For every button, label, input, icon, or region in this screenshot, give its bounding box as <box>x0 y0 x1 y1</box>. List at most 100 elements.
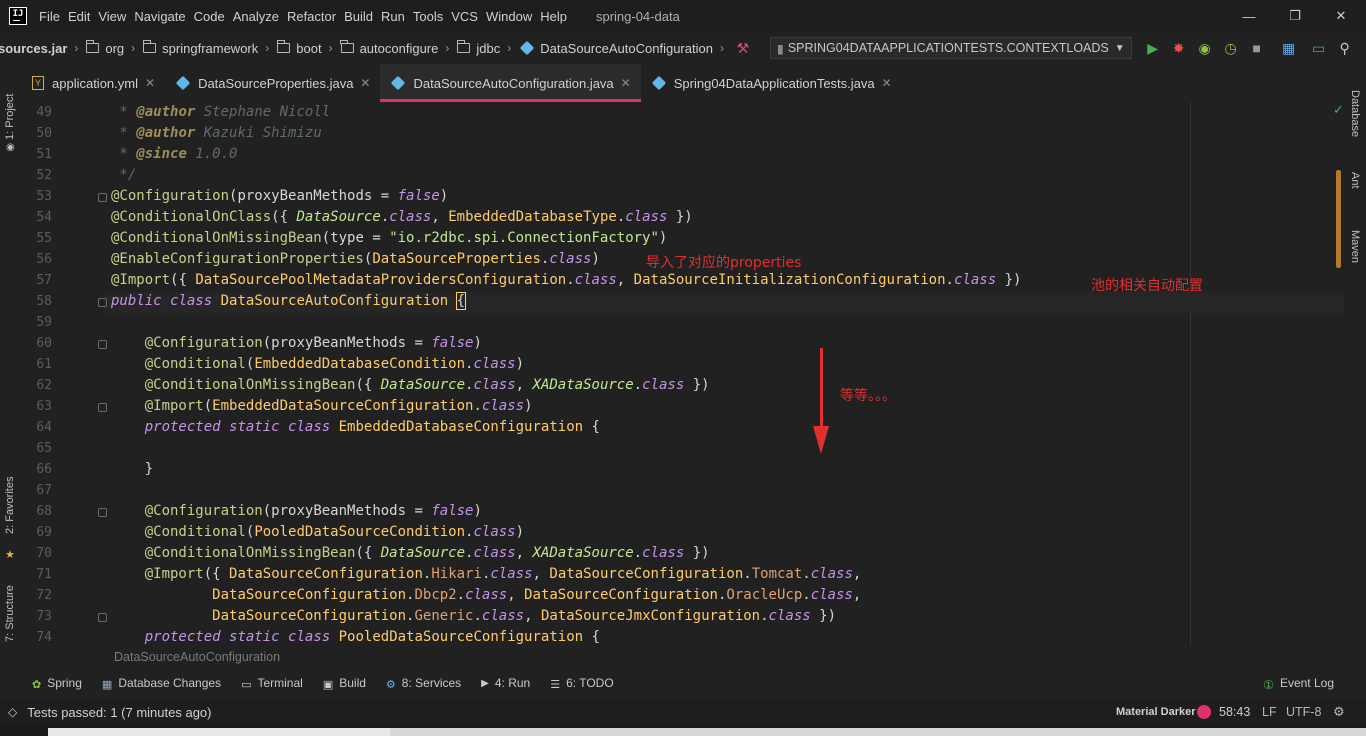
menu-navigate[interactable]: Navigate <box>134 9 185 24</box>
menu-analyze[interactable]: Analyze <box>233 9 279 24</box>
build-hammer-icon[interactable]: ⚒ <box>730 35 756 61</box>
tab-label: DataSourceProperties.java <box>198 75 354 91</box>
line-separator[interactable]: LF <box>1262 705 1277 719</box>
right-margin-guide <box>1190 102 1191 646</box>
test-class-icon <box>651 75 666 91</box>
line-number: 74 <box>36 630 52 645</box>
close-icon[interactable]: ✕ <box>621 76 631 90</box>
tab-spring04dataapplicationtests[interactable]: Spring04DataApplicationTests.java ✕ <box>641 64 902 102</box>
fold-toggle-icon[interactable] <box>98 298 107 307</box>
profile-icon[interactable]: ◷ <box>1218 35 1244 61</box>
tab-label: DataSourceAutoConfiguration.java <box>413 75 614 91</box>
breadcrumb-jar[interactable]: sources.jar <box>0 41 67 56</box>
chevron-right-icon: › <box>445 41 450 55</box>
ant-tool-button[interactable]: Ant <box>1349 172 1361 189</box>
close-icon[interactable]: ✕ <box>882 76 892 90</box>
code-line: protected static class PooledDataSourceC… <box>144 629 600 645</box>
code-line: * @author Kazuki Shimizu <box>111 125 322 141</box>
tool-services[interactable]: ⚙ 8: Services <box>385 676 461 691</box>
terminal-icon[interactable]: ▭ <box>1306 35 1332 61</box>
breadcrumb-autoconfigure[interactable]: autoconfigure <box>360 41 439 56</box>
fold-toggle-icon[interactable] <box>98 340 107 349</box>
run-icon: ▶ <box>481 678 489 689</box>
tab-application-yml[interactable]: Y application.yml ✕ <box>22 64 165 102</box>
readonly-lock-icon[interactable]: ⚙ <box>1333 704 1345 720</box>
menu-build[interactable]: Build <box>344 9 373 24</box>
coverage-icon[interactable]: ◉ <box>1192 35 1218 61</box>
code-line: DataSourceConfiguration.Generic.class, D… <box>212 608 837 624</box>
menu-file[interactable]: File <box>39 9 60 24</box>
menu-tools[interactable]: Tools <box>413 9 443 24</box>
file-encoding[interactable]: UTF-8 <box>1286 705 1321 719</box>
run-icon[interactable]: ▶ <box>1140 35 1166 61</box>
menu-refactor[interactable]: Refactor <box>287 9 336 24</box>
close-icon[interactable]: ✕ <box>145 76 155 90</box>
breadcrumb-boot[interactable]: boot <box>296 41 321 56</box>
fold-toggle-icon[interactable] <box>98 613 107 622</box>
fold-toggle-icon[interactable] <box>98 193 107 202</box>
menu-code[interactable]: Code <box>194 9 225 24</box>
taskbar-segment <box>390 728 1366 736</box>
line-number: 51 <box>36 147 52 162</box>
services-icon: ⚙ <box>385 679 396 691</box>
tab-datasourceautoconfiguration[interactable]: DataSourceAutoConfiguration.java ✕ <box>380 64 641 102</box>
stop-icon[interactable]: ■ <box>1244 35 1270 61</box>
tool-event-log[interactable]: ① Event Log <box>1263 676 1334 692</box>
favorites-tool-button[interactable]: 2: Favorites <box>4 477 16 534</box>
run-config-label: SPRING04DATAAPPLICATIONTESTS.CONTEXTLOAD… <box>787 41 1109 55</box>
structure-tool-button[interactable]: 7: Structure <box>4 585 16 642</box>
tab-datasourceproperties[interactable]: DataSourceProperties.java ✕ <box>165 64 380 102</box>
line-number: 69 <box>36 525 52 540</box>
breadcrumb-springframework[interactable]: springframework <box>162 41 258 56</box>
intellij-logo-icon[interactable]: IJ <box>9 7 27 25</box>
line-number: 68 <box>36 504 52 519</box>
close-window-icon[interactable]: ✕ <box>1318 0 1364 32</box>
chevron-right-icon: › <box>131 41 136 55</box>
tool-terminal[interactable]: ▭ Terminal <box>241 676 303 691</box>
fold-toggle-icon[interactable] <box>98 403 107 412</box>
breadcrumb-jdbc[interactable]: jdbc <box>476 41 500 56</box>
menu-window[interactable]: Window <box>486 9 532 24</box>
menu-vcs[interactable]: VCS <box>451 9 478 24</box>
tool-build[interactable]: ▣ Build <box>322 676 366 691</box>
inspection-ok-icon: ✓ <box>1333 102 1344 117</box>
folder-icon <box>85 40 100 53</box>
breadcrumb-class[interactable]: DataSourceAutoConfiguration <box>540 41 713 56</box>
tool-database-changes[interactable]: ▦ Database Changes <box>102 676 221 691</box>
menu-view[interactable]: View <box>98 9 126 24</box>
code-editor[interactable]: 49 50 51 52 53 54 55 56 57 58 59 60 61 62 63 64 65 66 67 68… <box>22 102 1344 646</box>
tool-label: Build <box>339 676 366 690</box>
status-message[interactable]: Tests passed: 1 (7 minutes ago) <box>27 705 211 720</box>
menu-run[interactable]: Run <box>381 9 405 24</box>
database-tool-button[interactable]: Database <box>1349 90 1361 137</box>
theme-color-icon <box>1197 705 1211 719</box>
project-tool-button[interactable]: 1: Project <box>4 94 16 140</box>
minimize-icon[interactable]: — <box>1226 0 1272 32</box>
code-line: DataSourceConfiguration.Dbcp2.class, Dat… <box>212 587 862 603</box>
fold-toggle-icon[interactable] <box>98 508 107 517</box>
build-icon: ▣ <box>322 679 334 691</box>
scrollbar-thumb[interactable] <box>1336 170 1341 268</box>
toggle-tool-windows-icon[interactable]: ◇ <box>8 705 17 719</box>
caret-position[interactable]: 58:43 <box>1219 705 1250 719</box>
breadcrumb-org[interactable]: org <box>105 41 124 56</box>
editor-breadcrumb[interactable]: DataSourceAutoConfiguration <box>114 650 280 664</box>
tool-run[interactable]: ▶ 4: Run <box>481 676 530 690</box>
search-icon[interactable]: ⚲ <box>1332 35 1358 61</box>
tool-spring[interactable]: ✿ Spring <box>32 676 82 691</box>
debug-icon[interactable]: ✸ <box>1166 35 1192 61</box>
code-line: @Configuration(proxyBeanMethods = false) <box>144 335 482 351</box>
close-icon[interactable]: ✕ <box>360 76 370 90</box>
tool-todo[interactable]: ☰ 6: TODO <box>550 676 613 691</box>
code-line: @ConditionalOnClass({ DataSource.class, … <box>111 209 693 225</box>
project-structure-icon[interactable]: ▦ <box>1276 35 1302 61</box>
line-number: 54 <box>36 210 52 225</box>
run-configuration-select[interactable]: ▮ SPRING04DATAAPPLICATIONTESTS.CONTEXTLO… <box>769 37 1132 59</box>
menu-edit[interactable]: Edit <box>68 9 90 24</box>
line-number: 52 <box>36 168 52 183</box>
theme-label[interactable]: Material Darker <box>1116 706 1196 718</box>
maven-tool-button[interactable]: Maven <box>1349 230 1361 263</box>
chevron-right-icon: › <box>507 41 512 55</box>
menu-help[interactable]: Help <box>540 9 567 24</box>
restore-icon[interactable]: ❐ <box>1272 0 1318 32</box>
